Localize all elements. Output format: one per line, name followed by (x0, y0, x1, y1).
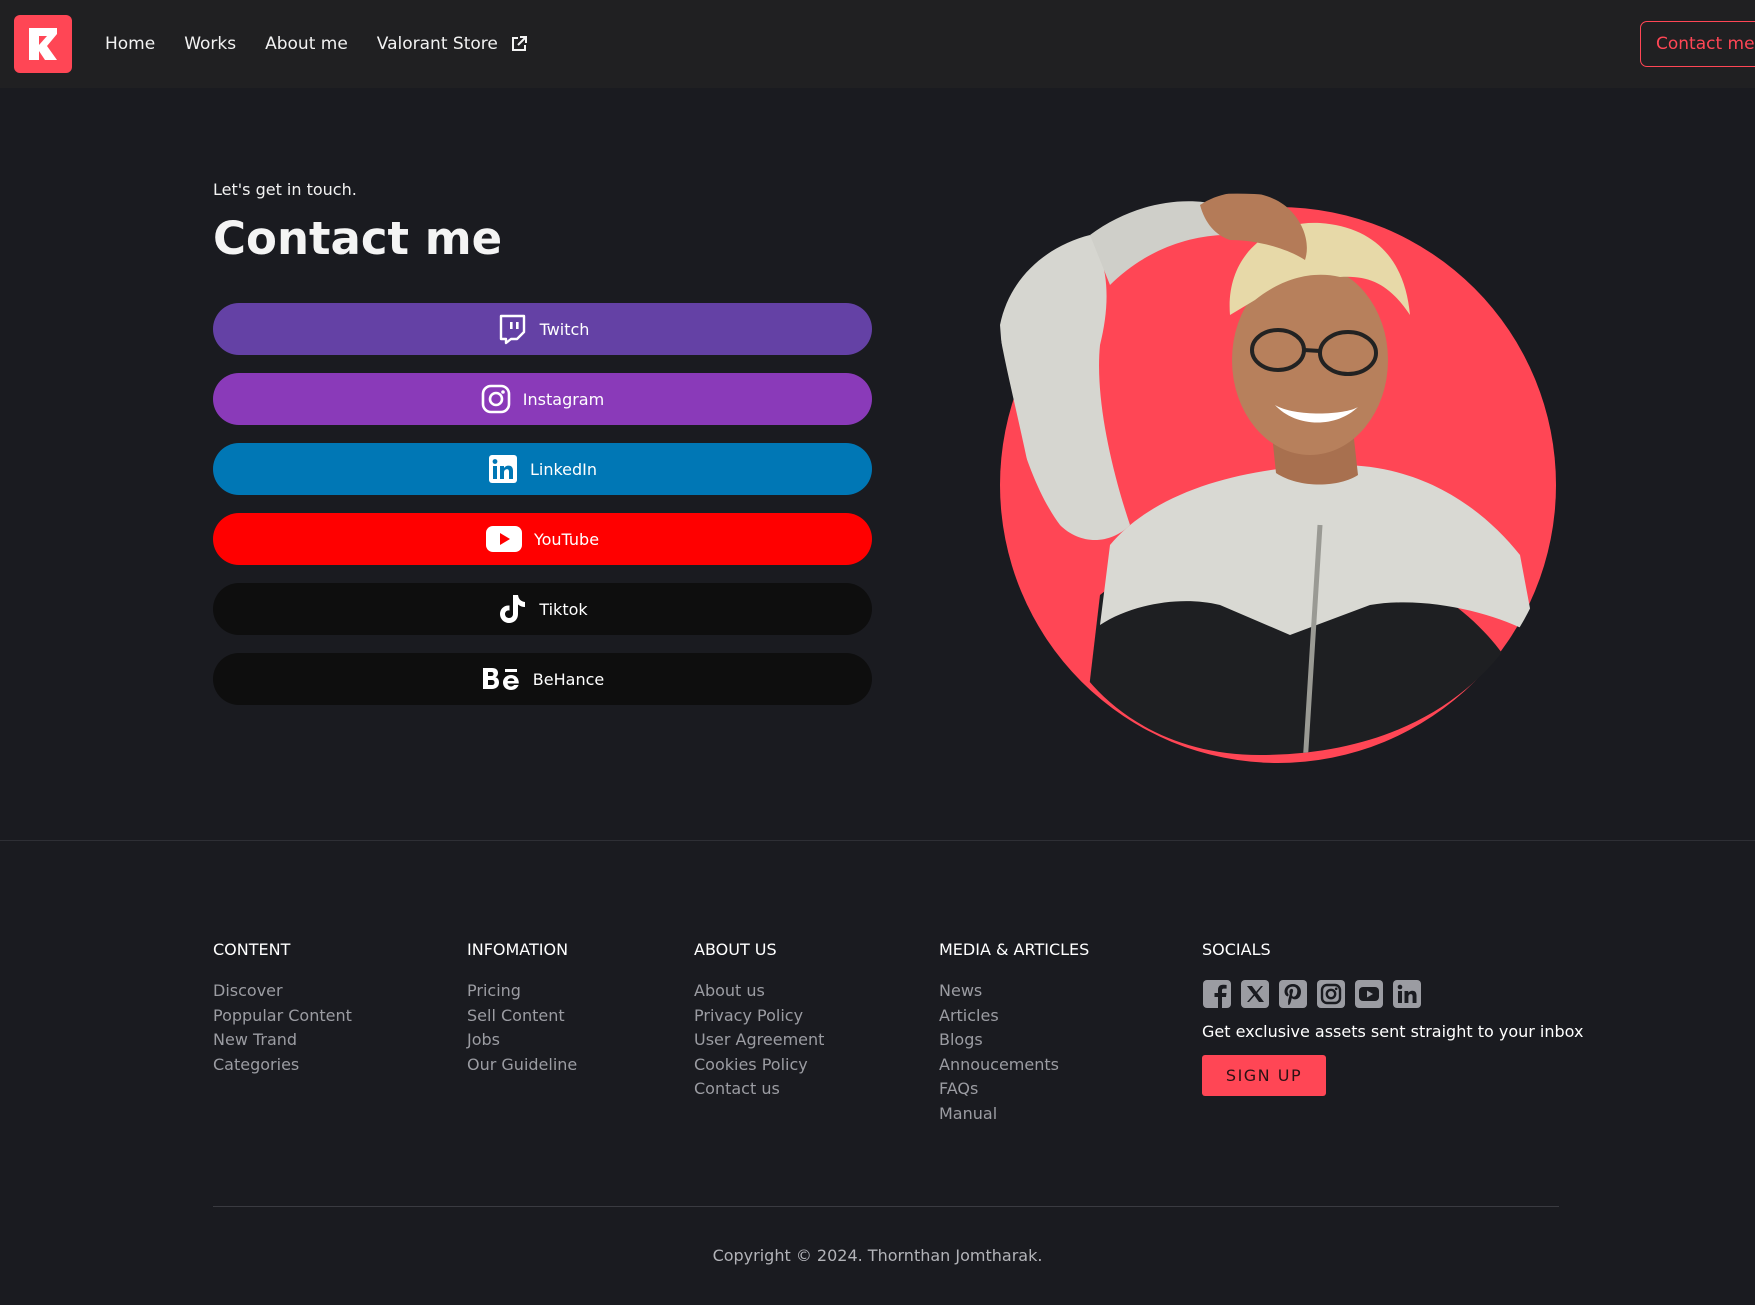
logo-mark-icon (29, 28, 57, 60)
behance-button[interactable]: BeHance (213, 653, 872, 705)
nav-about[interactable]: About me (265, 34, 348, 54)
youtube-icon[interactable] (1354, 979, 1384, 1009)
footer-social-icons (1202, 979, 1583, 1009)
nav-works-label: Works (184, 34, 237, 54)
nav-works[interactable]: Works (184, 34, 236, 54)
footer-column-content: CONTENT Discover Poppular Content New Tr… (213, 940, 352, 1077)
footer-link-guideline[interactable]: Our Guideline (467, 1053, 577, 1078)
footer-column-media: MEDIA & ARTICLES News Articles Blogs Ann… (939, 940, 1089, 1126)
twitch-button-label: Twitch (539, 319, 590, 339)
footer-link-user-agreement[interactable]: User Agreement (694, 1028, 824, 1053)
youtube-icon (485, 526, 522, 552)
footer-link-blogs[interactable]: Blogs (939, 1028, 1089, 1053)
footer-heading-content: CONTENT (213, 940, 291, 959)
profile-portrait (960, 165, 1570, 765)
footer-column-socials: SOCIALS Get exclusive assets sent straig… (1202, 940, 1583, 1096)
linkedin-button[interactable]: LinkedIn (213, 443, 872, 495)
brand-logo[interactable] (14, 15, 72, 73)
instagram-icon[interactable] (1316, 979, 1346, 1009)
instagram-button[interactable]: Instagram (213, 373, 872, 425)
tiktok-button[interactable]: Tiktok (213, 583, 872, 635)
facebook-icon[interactable] (1202, 979, 1232, 1009)
footer-link-contact-us[interactable]: Contact us (694, 1077, 824, 1102)
nav-about-label: About me (265, 34, 348, 54)
footer-link-announcements[interactable]: Annoucements (939, 1053, 1089, 1078)
footer-link-popular-content[interactable]: Poppular Content (213, 1004, 352, 1029)
footer-link-sell-content[interactable]: Sell Content (467, 1004, 577, 1029)
twitch-icon (496, 313, 528, 345)
footer-link-faqs[interactable]: FAQs (939, 1077, 1089, 1102)
footer-link-privacy[interactable]: Privacy Policy (694, 1004, 824, 1029)
footer-heading-about: ABOUT US (694, 940, 777, 959)
footer-link-news[interactable]: News (939, 979, 1089, 1004)
nav-valorant-store[interactable]: Valorant Store (377, 34, 528, 54)
footer-column-about: ABOUT US About us Privacy Policy User Ag… (694, 940, 824, 1102)
nav-valorant-store-label: Valorant Store (376, 34, 498, 54)
linkedin-button-label: LinkedIn (529, 459, 598, 479)
footer-heading-socials: SOCIALS (1202, 940, 1271, 959)
instagram-icon (481, 384, 511, 414)
hero-eyebrow: Let's get in touch. (213, 180, 357, 199)
navbar: Home Works About me Valorant Store Conta… (0, 0, 1755, 88)
behance-button-label: BeHance (532, 669, 605, 689)
footer-column-information: INFOMATION Pricing Sell Content Jobs Our… (467, 940, 577, 1077)
footer-heading-media: MEDIA & ARTICLES (939, 940, 1090, 959)
footer-link-new-trend[interactable]: New Trand (213, 1028, 352, 1053)
footer-link-articles[interactable]: Articles (939, 1004, 1089, 1029)
newsletter-text: Get exclusive assets sent straight to yo… (1202, 1022, 1584, 1041)
twitch-button[interactable]: Twitch (213, 303, 872, 355)
nav-home-label: Home (105, 34, 156, 54)
external-link-icon (510, 35, 528, 53)
main-nav: Home Works About me Valorant Store (105, 0, 557, 88)
contact-me-button[interactable]: Contact me (1640, 21, 1755, 67)
copyright-text: Copyright © 2024. Thornthan Jomtharak. (712, 1246, 1043, 1265)
youtube-button[interactable]: YouTube (213, 513, 872, 565)
footer-link-discover[interactable]: Discover (213, 979, 352, 1004)
page-title: Contact me (213, 212, 503, 265)
nav-home[interactable]: Home (105, 34, 155, 54)
footer-link-pricing[interactable]: Pricing (467, 979, 577, 1004)
footer-heading-information: INFOMATION (467, 940, 569, 959)
pinterest-icon[interactable] (1278, 979, 1308, 1009)
footer-link-cookies[interactable]: Cookies Policy (694, 1053, 824, 1078)
youtube-button-label: YouTube (533, 529, 600, 549)
x-icon[interactable] (1240, 979, 1270, 1009)
tiktok-button-label: Tiktok (539, 599, 588, 619)
footer-link-jobs[interactable]: Jobs (467, 1028, 577, 1053)
footer-divider (213, 1206, 1559, 1207)
section-divider (0, 840, 1755, 841)
linkedin-icon (488, 454, 518, 484)
behance-icon (481, 666, 521, 692)
instagram-button-label: Instagram (522, 389, 605, 409)
sign-up-button[interactable]: SIGN UP (1202, 1055, 1326, 1096)
tiktok-icon (497, 593, 527, 625)
footer-link-about-us[interactable]: About us (694, 979, 824, 1004)
footer-link-manual[interactable]: Manual (939, 1102, 1089, 1127)
social-button-list: Twitch Instagram LinkedIn YouTube Tiktok… (213, 303, 872, 723)
footer-link-categories[interactable]: Categories (213, 1053, 352, 1078)
linkedin-icon[interactable] (1392, 979, 1422, 1009)
